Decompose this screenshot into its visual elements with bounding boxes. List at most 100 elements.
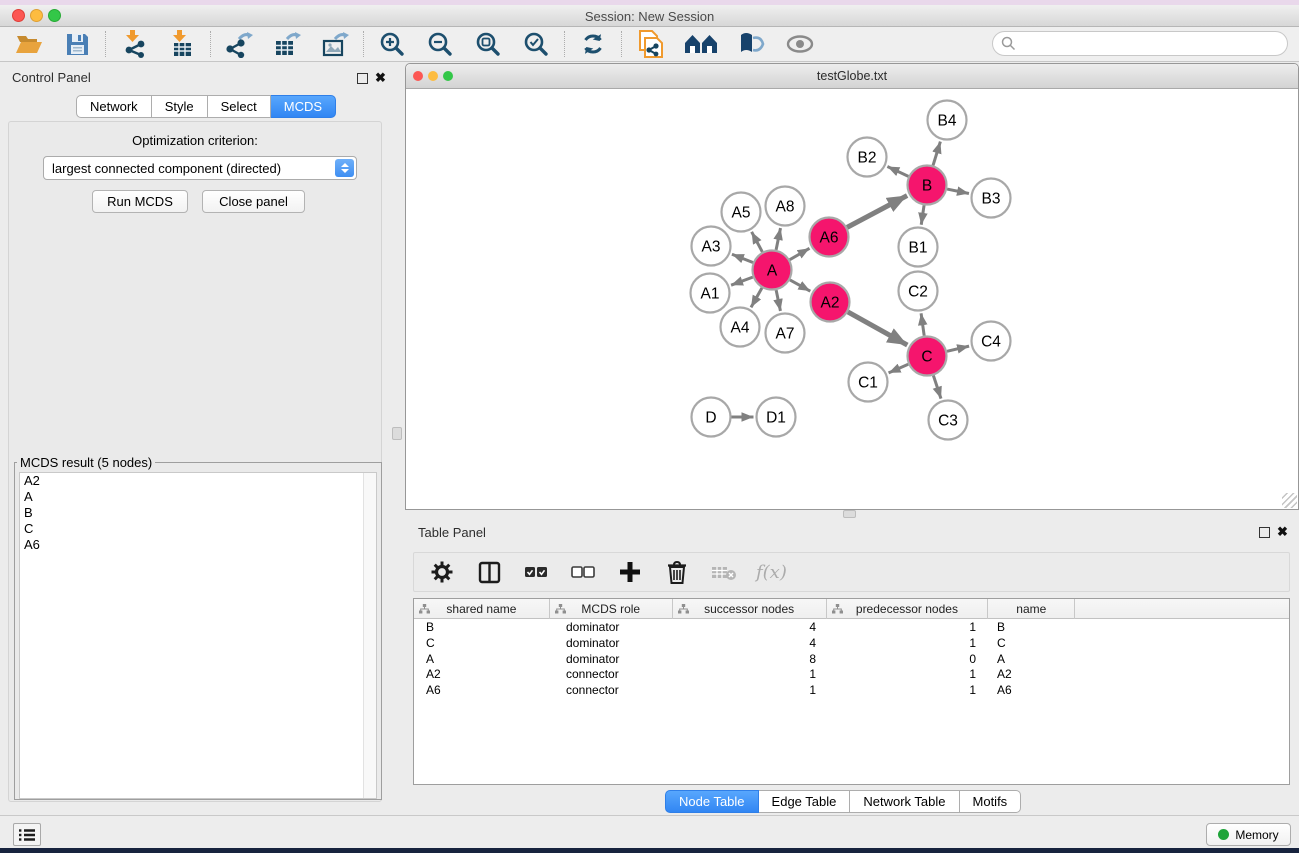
function-builder-icon[interactable]: f(x) [756,562,787,583]
horizontal-split-handle[interactable] [843,510,856,518]
table-cell[interactable]: C [414,635,550,651]
graph-edge-C-C2[interactable] [921,313,924,335]
import-network-icon[interactable] [119,29,149,59]
table-tab-motifs[interactable]: Motifs [960,790,1022,813]
tab-network[interactable]: Network [76,95,152,118]
select-all-checkboxes-icon[interactable] [521,557,551,587]
import-table-icon[interactable] [167,29,197,59]
table-cell[interactable]: A2 [989,666,1076,682]
show-all-icon[interactable] [785,29,815,59]
table-cell[interactable]: B [414,619,550,635]
column-header-mcds-role[interactable]: MCDS role [550,599,673,619]
graph-edge-A-A6[interactable] [790,248,810,259]
column-header-successor-nodes[interactable]: successor nodes [673,599,827,619]
graph-edge-C-C1[interactable] [889,364,909,373]
delete-column-icon[interactable] [662,557,692,587]
deselect-all-checkboxes-icon[interactable] [568,557,598,587]
graph-edge-A-A3[interactable] [732,254,753,262]
table-cell[interactable]: dominator [550,635,673,651]
graph-edge-A6-B[interactable] [847,196,907,228]
vertical-split-handle[interactable] [392,427,402,440]
table-cell[interactable]: 8 [673,651,827,667]
delete-table-icon[interactable] [709,557,739,587]
mcds-result-item[interactable]: A [20,489,376,505]
graph-edge-A-A1[interactable] [731,277,753,285]
window-resize-grip[interactable] [1282,493,1297,508]
column-visibility-icon[interactable] [474,557,504,587]
graph-edge-C-C4[interactable] [947,346,969,351]
add-column-icon[interactable] [615,557,645,587]
control-panel-float-icon[interactable] [357,73,368,84]
graph-edge-A-A8[interactable] [776,228,780,250]
criterion-select[interactable]: largest connected component (directed) [43,156,357,180]
mcds-result-item[interactable]: A2 [20,473,376,489]
zoom-selected-icon[interactable] [521,29,551,59]
graph-edge-A2-C[interactable] [848,312,907,345]
table-cell[interactable]: 1 [827,635,989,651]
search-box[interactable] [992,31,1288,56]
table-cell[interactable]: A [989,651,1076,667]
memory-button[interactable]: Memory [1206,823,1291,846]
table-cell[interactable]: 4 [673,635,827,651]
run-mcds-button[interactable]: Run MCDS [92,190,188,213]
table-panel-close-icon[interactable]: ✖ [1277,526,1288,537]
column-header-shared-name[interactable]: shared name [414,599,550,619]
new-network-from-selection-icon[interactable] [635,29,665,59]
close-panel-button[interactable]: Close panel [202,190,305,213]
graph-edge-B-B4[interactable] [933,142,940,166]
tab-style[interactable]: Style [152,95,208,118]
export-image-icon[interactable] [320,29,350,59]
tab-mcds[interactable]: MCDS [271,95,336,118]
graph-edge-B-B2[interactable] [887,167,908,177]
column-header-name[interactable]: name [988,599,1075,619]
table-cell[interactable]: dominator [550,651,673,667]
graph-edge-A-A4[interactable] [751,288,762,308]
mcds-result-item[interactable]: B [20,505,376,521]
table-cell[interactable]: A [414,651,550,667]
table-cell[interactable]: 1 [827,666,989,682]
column-header-predecessor-nodes[interactable]: predecessor nodes [827,599,989,619]
export-table-icon[interactable] [272,29,302,59]
graph-edge-C-C3[interactable] [933,375,941,398]
table-cell[interactable]: A2 [414,666,550,682]
tab-select[interactable]: Select [208,95,271,118]
save-session-icon[interactable] [62,29,92,59]
graph-edge-A-A7[interactable] [776,290,780,311]
table-tab-node-table[interactable]: Node Table [665,790,759,813]
mcds-result-scrollbar[interactable] [363,473,376,798]
table-cell[interactable]: 1 [673,682,827,698]
zoom-out-icon[interactable] [425,29,455,59]
table-cell[interactable]: 4 [673,619,827,635]
search-input[interactable] [1016,36,1266,51]
graph-edge-A-A2[interactable] [790,280,810,291]
table-cell[interactable]: A6 [989,682,1076,698]
table-cell[interactable]: 1 [827,619,989,635]
zoom-fit-icon[interactable] [473,29,503,59]
hide-selected-icon[interactable] [737,29,767,59]
first-neighbors-icon[interactable] [683,29,719,59]
refresh-icon[interactable] [578,29,608,59]
task-history-button[interactable] [13,823,41,846]
table-cell[interactable]: 0 [827,651,989,667]
table-cell[interactable]: C [989,635,1076,651]
open-session-icon[interactable] [14,29,44,59]
table-tab-network-table[interactable]: Network Table [850,790,959,813]
export-network-icon[interactable] [224,29,254,59]
settings-gear-icon[interactable] [427,557,457,587]
table-cell[interactable]: dominator [550,619,673,635]
network-canvas[interactable]: B4B2BB3B1A5A8A6A3AA1A2C2A4A7C4CC1C3DD1 [406,89,1298,509]
graph-edge-B-B1[interactable] [921,205,924,224]
table-cell[interactable]: 1 [827,682,989,698]
table-cell[interactable]: connector [550,682,673,698]
table-cell[interactable]: 1 [673,666,827,682]
graph-edge-B-B3[interactable] [947,189,969,193]
table-cell[interactable]: A6 [414,682,550,698]
table-cell[interactable]: B [989,619,1076,635]
table-tab-edge-table[interactable]: Edge Table [759,790,851,813]
table-cell[interactable]: connector [550,666,673,682]
mcds-result-item[interactable]: A6 [20,537,376,553]
control-panel-close-icon[interactable]: ✖ [375,72,386,83]
graph-edge-A-A5[interactable] [752,232,763,252]
mcds-result-item[interactable]: C [20,521,376,537]
zoom-in-icon[interactable] [377,29,407,59]
